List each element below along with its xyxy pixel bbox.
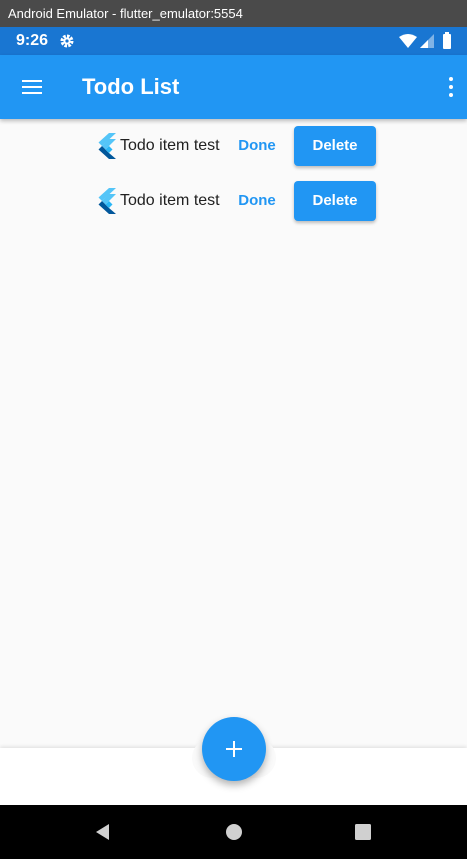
list-item: Todo item test Done Delete bbox=[94, 181, 384, 221]
app-bar: Todo List bbox=[0, 55, 467, 119]
battery-icon bbox=[443, 32, 451, 49]
add-icon bbox=[226, 741, 242, 757]
delete-button[interactable]: Delete bbox=[294, 126, 376, 166]
signal-icon bbox=[420, 34, 434, 48]
menu-icon bbox=[22, 80, 42, 94]
todo-item-text: Todo item test bbox=[120, 192, 220, 209]
recents-icon[interactable] bbox=[353, 822, 373, 842]
flutter-logo-icon bbox=[98, 133, 116, 159]
back-icon[interactable] bbox=[93, 822, 113, 842]
delete-button[interactable]: Delete bbox=[294, 181, 376, 221]
flutter-logo-icon bbox=[98, 188, 116, 214]
page-title: Todo List bbox=[82, 74, 180, 99]
window-title: Android Emulator - flutter_emulator:5554 bbox=[0, 0, 467, 27]
wifi-icon bbox=[399, 34, 417, 48]
done-button[interactable]: Done bbox=[230, 126, 284, 166]
more-vert-icon bbox=[449, 77, 453, 97]
status-bar: 9:26 bbox=[0, 27, 467, 55]
status-time: 9:26 bbox=[16, 32, 49, 49]
add-todo-button[interactable] bbox=[202, 717, 266, 781]
gear-icon bbox=[60, 34, 74, 48]
more-options-button[interactable] bbox=[438, 71, 466, 103]
home-icon[interactable] bbox=[224, 822, 244, 842]
list-item: Todo item test Done Delete bbox=[94, 126, 384, 166]
menu-button[interactable] bbox=[14, 71, 50, 103]
todo-item-text: Todo item test bbox=[120, 137, 220, 154]
done-button[interactable]: Done bbox=[230, 181, 284, 221]
